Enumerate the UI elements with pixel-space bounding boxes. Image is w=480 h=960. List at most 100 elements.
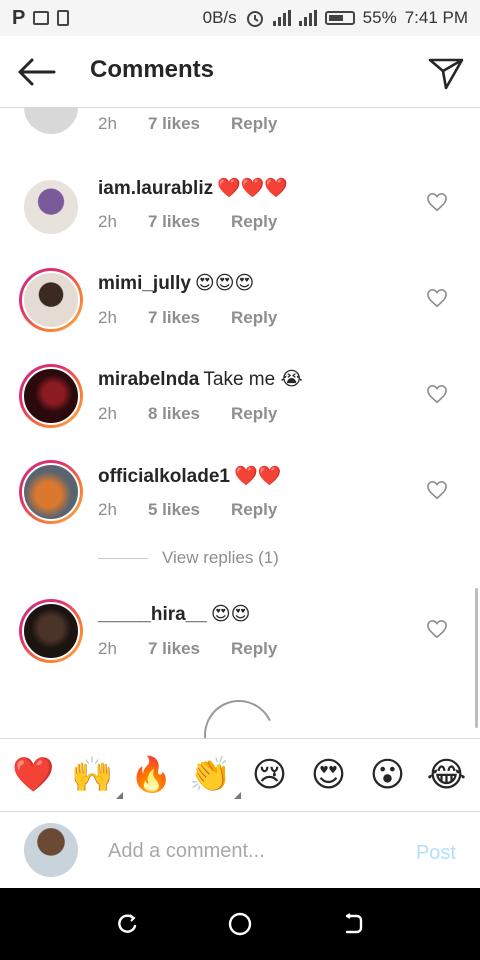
comment-meta: 2h 7 likes Reply [98,114,277,134]
skin-tone-indicator [115,792,123,799]
username-text[interactable]: _____hira__ [98,604,207,625]
direct-send-icon[interactable] [426,52,466,92]
data-speed: 0B/s [202,8,237,27]
heart-icon[interactable] [426,384,448,404]
home-button[interactable] [220,904,260,944]
avatar[interactable] [19,599,83,663]
comment-text: ❤️❤️❤️ [217,178,289,199]
heart-icon[interactable] [426,619,448,639]
comment-meta: 2h 7 likes Reply [98,639,277,659]
page-title: Comments [90,56,215,83]
comment-meta: 2h 7 likes Reply [98,212,277,232]
emoji-quick-bar: ❤️ 🙌 🔥 👏 😢 😍 😮 😂 [0,738,480,812]
emoji-heart-eyes-button[interactable]: 😍 [301,755,357,795]
battery-save-icon [57,10,70,26]
comment-meta: 2h 5 likes Reply [98,500,277,520]
p-icon: P [12,6,26,29]
divider [98,557,148,559]
recents-button[interactable] [107,904,147,944]
comment-item: mirabelnda Take me 😭 2h 8 likes Reply [0,364,480,448]
avatar[interactable] [19,268,83,332]
reply-button[interactable]: Reply [231,308,277,328]
heart-icon[interactable] [426,192,448,212]
recents-icon [117,914,136,933]
emoji-laughing-button[interactable]: 😂 [419,755,475,795]
comment-username[interactable]: iam.laurabliz ❤️❤️❤️ [98,176,288,200]
view-replies-label[interactable]: View replies (1) [162,548,279,568]
comment-username[interactable]: _____hira__ 😍😍 [98,603,250,626]
back-button[interactable] [333,904,373,944]
system-nav-bar [0,888,480,960]
comment-text: Take me 😭 [203,369,303,390]
comment-meta: 2h 8 likes Reply [98,404,277,424]
back-arrow-icon[interactable] [16,56,56,88]
username-text[interactable]: iam.laurabliz [98,178,213,199]
reply-button[interactable]: Reply [231,639,277,659]
post-button[interactable]: Post [416,842,456,865]
comment-time: 2h [98,308,117,327]
comments-list[interactable]: 2h 7 likes Reply iam.laurabliz ❤️❤️❤️ 2h … [0,108,480,738]
comment-item: _____hira__ 😍😍 2h 7 likes Reply [0,599,480,683]
battery-icon [324,11,355,25]
emoji-fire-button[interactable]: 🔥 [124,755,180,795]
comment-item: iam.laurabliz ❤️❤️❤️ 2h 7 likes Reply [0,176,480,256]
emoji-clap-button[interactable]: 👏 [183,755,241,799]
emoji-surprised-button[interactable]: 😮 [360,755,416,795]
avatar[interactable] [22,178,80,236]
avatar[interactable] [19,364,83,428]
comment-likes[interactable]: 8 likes [148,404,231,424]
comment-text: 😍😍 [210,604,251,625]
alarm-icon [246,11,263,27]
emoji-heart-button[interactable]: ❤️ [6,755,62,795]
battery-percent: 55% [362,8,397,27]
image-icon [33,11,50,25]
loading-spinner-icon [194,690,284,738]
username-text[interactable]: mirabelnda [98,369,199,390]
my-avatar [24,823,78,877]
comment-username[interactable]: officialkolade1 ❤️❤️ [98,464,281,488]
comment-time: 2h [98,212,117,231]
reply-button[interactable]: Reply [231,500,277,520]
reply-button[interactable]: Reply [231,114,277,134]
comment-meta: 2h 7 likes Reply [98,308,277,328]
header: Comments [0,36,480,108]
comment-composer: Post [0,812,480,888]
comment-item: mimi_jully 😍😍😍 2h 7 likes Reply [0,268,480,352]
heart-icon[interactable] [426,288,448,308]
comment-username[interactable]: mirabelnda Take me 😭 [98,368,303,391]
signal-icon-2 [298,10,317,26]
signal-icon [272,10,291,26]
comment-likes[interactable]: 7 likes [148,212,231,232]
comment-time: 2h [98,404,117,423]
username-text[interactable]: officialkolade1 [98,466,230,487]
status-bar: P 0B/s 55% 7:41 PM [0,0,480,36]
comment-text: 😍😍😍 [194,273,255,294]
comment-item: 2h 7 likes Reply [0,108,480,168]
home-circle-icon [228,912,252,936]
emoji-raised-hands-glyph: 🙌 [71,755,114,795]
scrollbar[interactable] [475,588,478,728]
emoji-clap-glyph: 👏 [189,755,232,795]
emoji-crying-button[interactable]: 😢 [242,755,298,795]
skin-tone-indicator [233,792,241,799]
comment-item: officialkolade1 ❤️❤️ 2h 5 likes Reply [0,460,480,544]
comment-time: 2h [98,500,117,519]
comment-likes[interactable]: 7 likes [148,308,231,328]
avatar[interactable] [22,108,80,136]
comment-likes[interactable]: 7 likes [148,639,231,659]
comment-input[interactable] [108,836,388,866]
comment-username[interactable]: mimi_jully 😍😍😍 [98,272,254,295]
avatar[interactable] [19,460,83,524]
username-text[interactable]: mimi_jully [98,273,191,294]
comment-likes[interactable]: 7 likes [148,114,231,134]
emoji-raised-hands-button[interactable]: 🙌 [65,755,123,799]
comment-time: 2h [98,114,117,133]
reply-button[interactable]: Reply [231,404,277,424]
heart-icon[interactable] [426,480,448,500]
comment-likes[interactable]: 5 likes [148,500,231,520]
view-replies-button[interactable]: View replies (1) [98,548,279,568]
reply-button[interactable]: Reply [231,212,277,232]
comment-text: ❤️❤️ [234,466,282,487]
back-nav-icon [346,913,363,934]
clock: 7:41 PM [404,8,468,27]
